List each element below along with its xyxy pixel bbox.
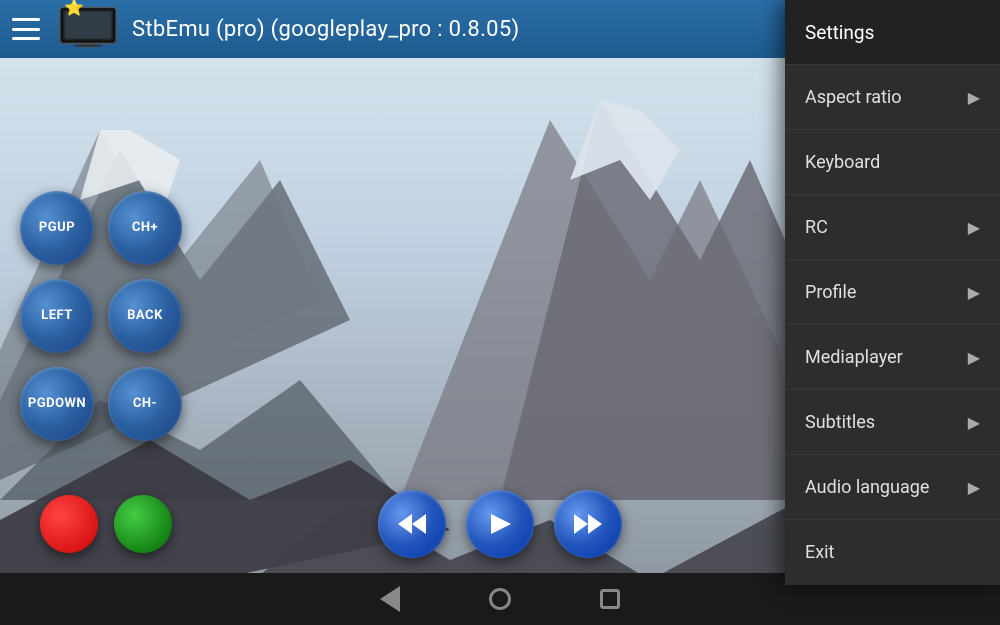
fast-forward-button[interactable] xyxy=(554,490,622,558)
nav-home-button[interactable] xyxy=(485,584,515,614)
rc-arrow: ▶ xyxy=(968,218,980,237)
aspect-ratio-arrow: ▶ xyxy=(968,88,980,107)
exit-label: Exit xyxy=(805,542,834,563)
keyboard-label: Keyboard xyxy=(805,152,880,173)
audio-language-label: Audio language xyxy=(805,477,929,498)
menu-item-profile[interactable]: Profile ▶ xyxy=(785,260,1000,325)
subtitles-label: Subtitles xyxy=(805,412,875,433)
nav-back-button[interactable] xyxy=(375,584,405,614)
left-color-buttons xyxy=(40,495,172,553)
profile-label: Profile xyxy=(805,282,856,303)
profile-arrow: ▶ xyxy=(968,283,980,302)
menu-item-settings[interactable]: Settings xyxy=(785,0,1000,65)
home-icon xyxy=(489,588,511,610)
btn-row-3: PGDOWN CH- xyxy=(20,367,200,441)
pgdown-button[interactable]: PGDOWN xyxy=(20,367,94,441)
menu-icon[interactable] xyxy=(12,18,40,40)
mediaplayer-label: Mediaplayer xyxy=(805,347,903,368)
menu-item-audio-language[interactable]: Audio language ▶ xyxy=(785,455,1000,520)
rc-label: RC xyxy=(805,217,828,238)
ch-minus-button[interactable]: CH- xyxy=(108,367,182,441)
settings-label: Settings xyxy=(805,21,874,44)
btn-row-2: LEFT BACK xyxy=(20,279,200,353)
menu-item-keyboard[interactable]: Keyboard xyxy=(785,130,1000,195)
btn-row-1: PGUP CH+ xyxy=(20,191,200,265)
menu-item-rc[interactable]: RC ▶ xyxy=(785,195,1000,260)
nav-recents-button[interactable] xyxy=(595,584,625,614)
ch-plus-button[interactable]: CH+ xyxy=(108,191,182,265)
rewind-button[interactable] xyxy=(378,490,446,558)
red-button[interactable] xyxy=(40,495,98,553)
mediaplayer-arrow: ▶ xyxy=(968,348,980,367)
menu-item-aspect-ratio[interactable]: Aspect ratio ▶ xyxy=(785,65,1000,130)
recents-icon xyxy=(600,589,620,609)
subtitles-arrow: ▶ xyxy=(968,413,980,432)
menu-item-subtitles[interactable]: Subtitles ▶ xyxy=(785,390,1000,455)
aspect-ratio-label: Aspect ratio xyxy=(805,87,902,108)
audio-language-arrow: ▶ xyxy=(968,478,980,497)
menu-item-exit[interactable]: Exit xyxy=(785,520,1000,585)
play-button[interactable] xyxy=(466,490,534,558)
left-button[interactable]: LEFT xyxy=(20,279,94,353)
star-badge: ⭐ xyxy=(64,0,84,17)
menu-item-mediaplayer[interactable]: Mediaplayer ▶ xyxy=(785,325,1000,390)
tv-icon-container: ⭐ xyxy=(56,6,120,52)
back-button[interactable]: BACK xyxy=(108,279,182,353)
app-title: StbEmu (pro) (googleplay_pro : 0.8.05) xyxy=(132,17,519,42)
pgup-button[interactable]: PGUP xyxy=(20,191,94,265)
center-playback-buttons xyxy=(378,490,622,558)
back-icon xyxy=(380,586,400,612)
dropdown-menu: Settings Aspect ratio ▶ Keyboard RC ▶ Pr… xyxy=(785,0,1000,585)
green-button[interactable] xyxy=(114,495,172,553)
